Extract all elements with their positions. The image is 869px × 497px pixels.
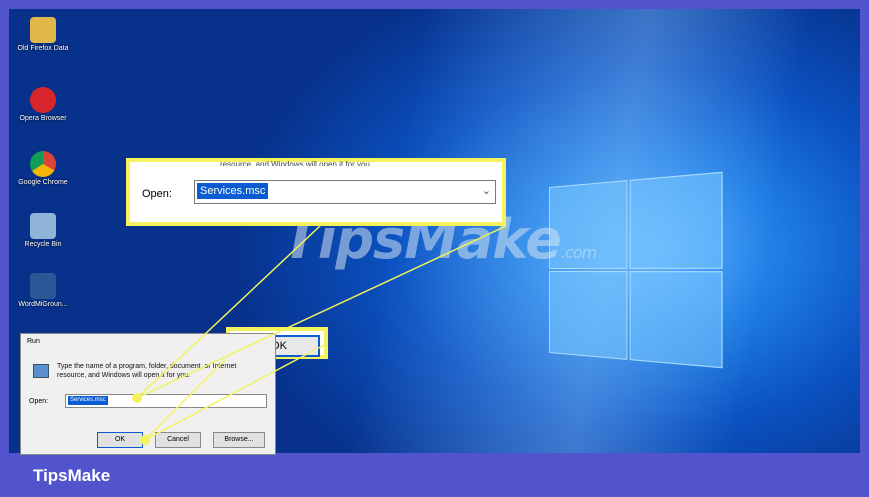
folder-icon [30,17,56,43]
run-dialog: Run Type the name of a program, folder, … [20,333,276,455]
recycle-bin-icon [30,213,56,239]
run-open-label: Open: [29,398,49,405]
browse-button[interactable]: Browse... [213,432,265,448]
opera-icon [30,87,56,113]
desktop-icon-folder[interactable]: Old Firefox Data [17,17,69,53]
run-dialog-title: Run [27,338,40,345]
desktop-icon-opera[interactable]: Opera Browser [17,87,69,123]
open-label: Open: [142,188,172,200]
chevron-down-icon[interactable]: ⌄ [482,184,491,197]
open-combobox-zoomed[interactable]: Services.msc ⌄ [194,180,496,204]
run-dialog-description: Type the name of a program, folder, docu… [57,363,237,379]
zoomed-open-field-callout: resource, and Windows will open it for y… [126,158,506,226]
run-open-combobox[interactable]: Services.msc [65,394,267,408]
desktop-icon-recycle-bin[interactable]: Recycle Bin [17,213,69,249]
word-icon [30,273,56,299]
open-combobox-value: Services.msc [197,183,269,199]
desktop-icon-chrome[interactable]: Google Chrome [17,151,69,187]
cut-description-text: resource, and Windows will open it for y… [220,160,373,166]
cancel-button[interactable]: Cancel [155,432,201,448]
desktop-icon-word[interactable]: WordMiGroun... [17,273,69,309]
ok-button[interactable]: OK [97,432,143,448]
run-app-icon [33,364,49,378]
footer-brand: TipsMake [33,466,111,485]
chrome-icon [30,151,56,177]
run-open-value: Services.msc [68,396,108,405]
